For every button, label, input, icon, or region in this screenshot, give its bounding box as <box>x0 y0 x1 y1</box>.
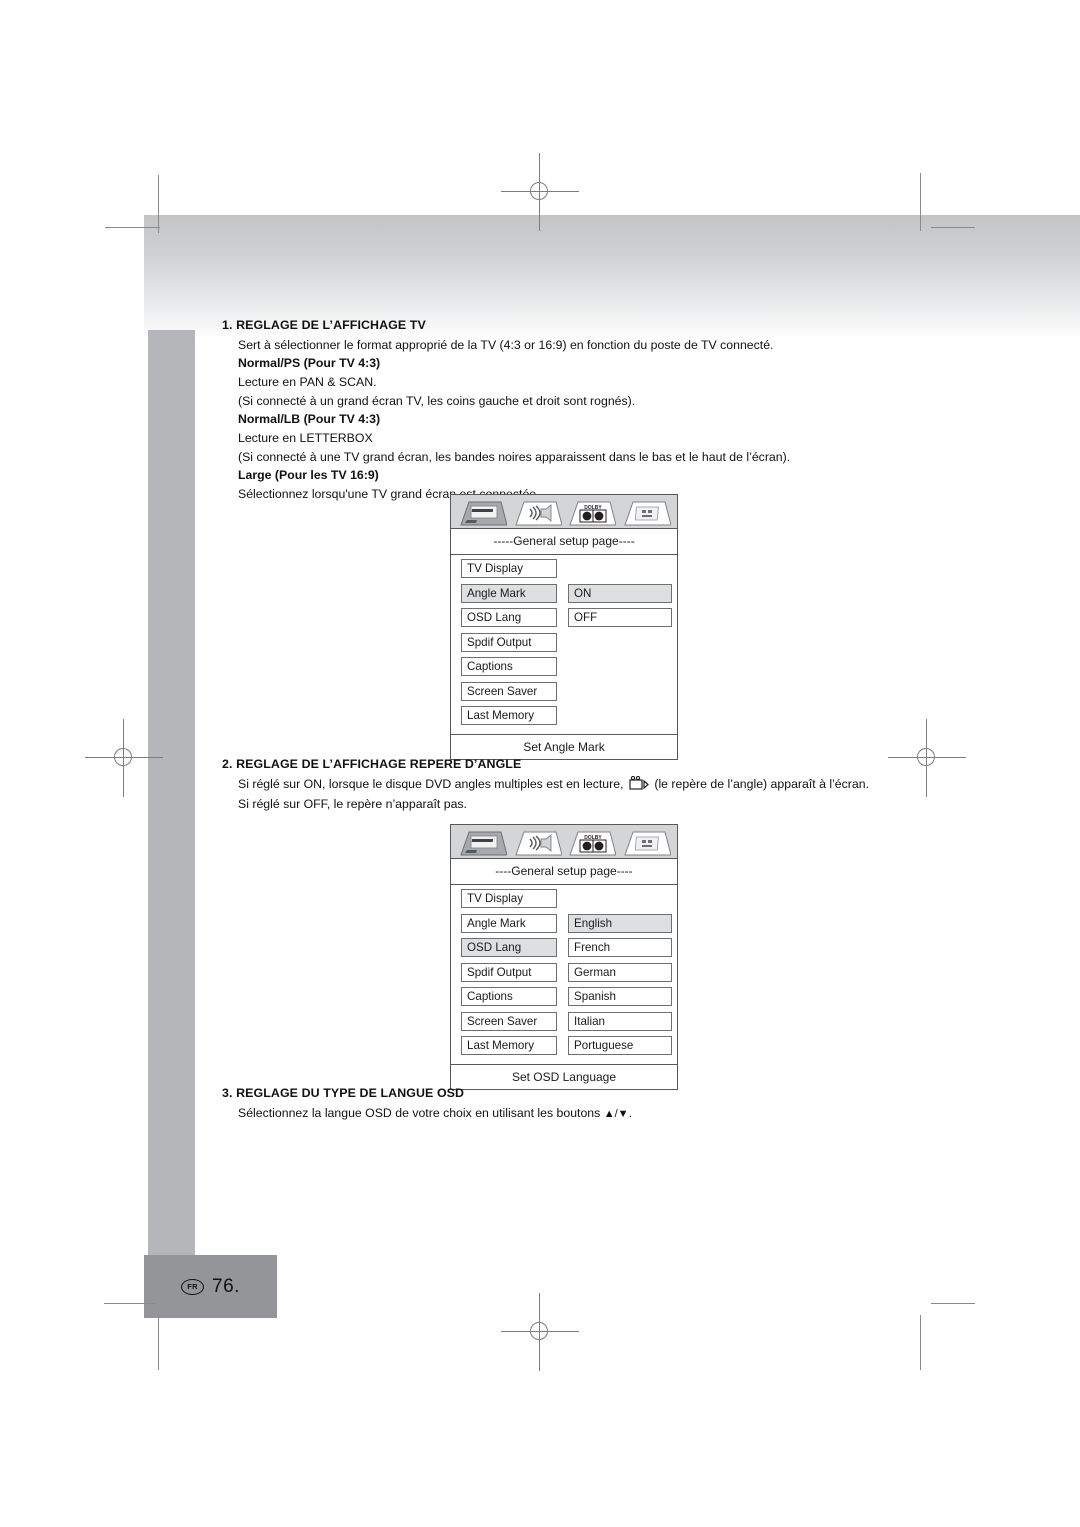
osd-item-spdif-output[interactable]: Spdif Output <box>461 632 557 652</box>
general-setup-tab-icon[interactable] <box>457 830 508 857</box>
osd-right-column: ON OFF <box>564 559 677 731</box>
locale-badge: FR <box>181 1278 205 1295</box>
section-line: Sert à sélectionner le format approprié … <box>238 337 774 352</box>
osd-right-spacer <box>568 559 677 584</box>
section-angle-mark: 2. REGLAGE DE L’AFFICHAGE REPERE D’ANGLE… <box>222 755 942 814</box>
section-line-text: (le repère de l’angle) apparaît à l’écra… <box>654 776 869 791</box>
osd-option-italian[interactable]: Italian <box>568 1011 673 1031</box>
registration-mark-left-middle <box>85 719 163 797</box>
osd-tab-bar: DOLBY <box>451 495 677 529</box>
section-line: Normal/LB (Pour TV 4:3) <box>238 412 381 427</box>
section-title: 3. REGLAGE DU TYPE DE LANGUE OSD <box>222 1086 465 1100</box>
crop-mark-bottom-right-horizontal <box>931 1303 975 1304</box>
osd-item-osd-lang[interactable]: OSD Lang <box>461 938 557 957</box>
section-line: (Si connecté à un grand écran TV, les co… <box>238 393 636 408</box>
osd-item-angle-mark[interactable]: Angle Mark <box>461 583 557 603</box>
crop-mark-bottom-right-vertical <box>920 1315 921 1370</box>
section-line-end: . <box>628 1105 632 1120</box>
section-line-text: Sélectionnez la langue OSD de votre choi… <box>238 1105 601 1120</box>
osd-item-last-memory[interactable]: Last Memory <box>461 706 557 725</box>
section-osd-language: 3. REGLAGE DU TYPE DE LANGUE OSD Sélecti… <box>222 1084 942 1122</box>
osd-item-osd-lang[interactable]: OSD Lang <box>461 608 557 627</box>
osd-body: TV Display Angle Mark OSD Lang Spdif Out… <box>451 885 677 1065</box>
osd-tab-bar: DOLBY <box>451 825 677 859</box>
movie-camera-icon <box>629 775 649 796</box>
section-line: Lecture en PAN & SCAN. <box>238 374 377 389</box>
osd-left-column: TV Display Angle Mark OSD Lang Spdif Out… <box>451 889 564 1061</box>
osd-body: TV Display Angle Mark OSD Lang Spdif Out… <box>451 555 677 735</box>
section-line: Si réglé sur ON, lorsque le disque DVD a… <box>238 775 942 796</box>
crop-mark-top-right-vertical <box>920 173 921 231</box>
osd-option-english[interactable]: English <box>568 913 673 933</box>
registration-mark-top-center <box>501 153 579 231</box>
osd-item-screen-saver[interactable]: Screen Saver <box>461 681 557 701</box>
osd-item-screen-saver[interactable]: Screen Saver <box>461 1011 557 1031</box>
preference-setup-tab-icon[interactable] <box>621 500 671 527</box>
osd-item-captions[interactable]: Captions <box>461 987 557 1006</box>
audio-setup-tab-icon[interactable] <box>512 500 562 527</box>
section-line: Sélectionnez la langue OSD de votre choi… <box>238 1104 942 1123</box>
osd-item-tv-display[interactable]: TV Display <box>461 559 557 578</box>
osd-header: ----General setup page---- <box>451 859 677 885</box>
registration-mark-bottom-center <box>501 1293 579 1371</box>
osd-header: -----General setup page---- <box>451 529 677 555</box>
page-footer: FR 76. <box>144 1255 277 1318</box>
crop-mark-bottom-left-vertical <box>158 1315 159 1370</box>
dolby-setup-tab-icon[interactable]: DOLBY <box>566 500 617 527</box>
osd-item-last-memory[interactable]: Last Memory <box>461 1036 557 1055</box>
up-down-arrows-icon: ▲/▼ <box>603 1107 629 1120</box>
osd-menu-osd-language: DOLBY ----General setup page---- TV Disp… <box>450 824 678 1090</box>
crop-mark-top-left-vertical <box>158 175 159 233</box>
left-gray-sidebar <box>148 330 195 1255</box>
section-line: (Si connecté à une TV grand écran, les b… <box>238 449 791 464</box>
crop-mark-top-left-horizontal <box>105 227 160 228</box>
osd-item-angle-mark[interactable]: Angle Mark <box>461 913 557 933</box>
osd-menu-angle-mark: DOLBY -----General setup page---- TV Dis… <box>450 494 678 760</box>
manual-page: 1. REGLAGE DE L’AFFICHAGE TV Sert à séle… <box>0 0 1080 1527</box>
osd-option-french[interactable]: French <box>568 938 673 957</box>
section-line: Normal/PS (Pour TV 4:3) <box>238 356 381 371</box>
osd-option-on[interactable]: ON <box>568 583 673 603</box>
section-line: Si réglé sur OFF, le repère n’apparaît p… <box>238 797 467 812</box>
osd-option-spanish[interactable]: Spanish <box>568 987 673 1006</box>
osd-right-column: English French German Spanish Italian Po… <box>564 889 677 1061</box>
section-line: Large (Pour les TV 16:9) <box>238 468 379 483</box>
section-tv-display: 1. REGLAGE DE L’AFFICHAGE TV Sert à séle… <box>222 316 922 504</box>
section-line: Lecture en LETTERBOX <box>238 431 373 446</box>
osd-option-german[interactable]: German <box>568 962 673 982</box>
audio-setup-tab-icon[interactable] <box>512 830 562 857</box>
dolby-setup-tab-icon[interactable]: DOLBY <box>566 830 617 857</box>
osd-right-spacer <box>568 889 677 914</box>
osd-option-portuguese[interactable]: Portuguese <box>568 1036 673 1055</box>
osd-option-off[interactable]: OFF <box>568 608 673 627</box>
preference-setup-tab-icon[interactable] <box>621 830 671 857</box>
section-line-text: Si réglé sur ON, lorsque le disque DVD a… <box>238 776 624 791</box>
section-title: 1. REGLAGE DE L’AFFICHAGE TV <box>222 318 426 332</box>
osd-item-tv-display[interactable]: TV Display <box>461 889 557 908</box>
crop-mark-top-right-horizontal <box>931 227 975 228</box>
section-title: 2. REGLAGE DE L’AFFICHAGE REPERE D’ANGLE <box>222 757 522 771</box>
page-number: 76. <box>212 1275 240 1297</box>
osd-left-column: TV Display Angle Mark OSD Lang Spdif Out… <box>451 559 564 731</box>
osd-item-spdif-output[interactable]: Spdif Output <box>461 962 557 982</box>
general-setup-tab-icon[interactable] <box>457 500 508 527</box>
osd-item-captions[interactable]: Captions <box>461 657 557 676</box>
